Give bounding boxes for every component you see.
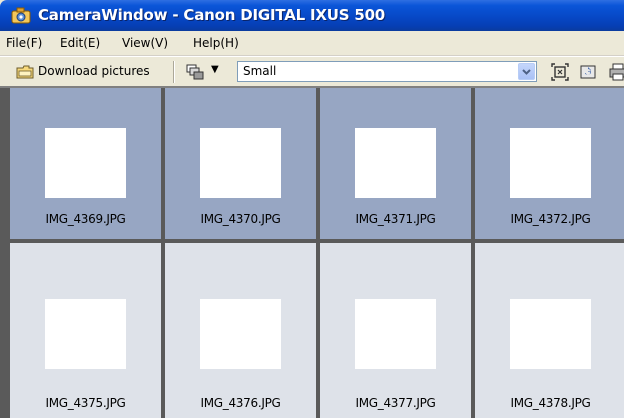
window-title: CameraWindow - Canon DIGITAL IXUS 500 xyxy=(38,6,386,24)
menu-file[interactable]: File(F) xyxy=(6,36,42,50)
menu-edit[interactable]: Edit(E) xyxy=(60,36,100,50)
thumbnail-grid: IMG_4369.JPG IMG_4370.JPG IMG_4371.JPG I… xyxy=(0,86,624,418)
chevron-down-icon[interactable] xyxy=(518,63,535,80)
thumbnail-tile[interactable]: IMG_4377.JPG xyxy=(320,243,471,418)
thumbnail-filename: IMG_4378.JPG xyxy=(510,396,591,410)
thumbnail-tile[interactable]: IMG_4375.JPG xyxy=(10,243,161,418)
camera-window: CameraWindow - Canon DIGITAL IXUS 500 Fi… xyxy=(0,0,624,418)
thumbnail-filename: IMG_4370.JPG xyxy=(200,212,281,226)
chevron-down-glyph xyxy=(522,69,531,75)
thumbnail-filename: IMG_4369.JPG xyxy=(45,212,126,226)
menu-view[interactable]: View(V) xyxy=(122,36,168,50)
rotate-icon xyxy=(580,65,596,79)
view-toggle-icon xyxy=(186,64,204,80)
thumbnail-size-value: Small xyxy=(243,64,277,78)
thumbnail-image xyxy=(510,128,591,198)
thumbnail-filename: IMG_4376.JPG xyxy=(200,396,281,410)
thumbnail-image xyxy=(45,128,126,198)
chevron-down-icon[interactable]: ▼ xyxy=(211,64,219,75)
thumbnail-image xyxy=(355,299,436,369)
thumbnail-filename: IMG_4375.JPG xyxy=(45,396,126,410)
menu-bar: File(F) Edit(E) View(V) Help(H) xyxy=(0,31,624,56)
thumbnail-image xyxy=(200,128,281,198)
thumbnail-tile[interactable]: IMG_4372.JPG xyxy=(475,88,624,239)
thumbnail-filename: IMG_4377.JPG xyxy=(355,396,436,410)
select-all-button[interactable] xyxy=(548,61,572,83)
view-mode-button[interactable]: ▼ xyxy=(184,61,228,83)
thumbnail-filename: IMG_4371.JPG xyxy=(355,212,436,226)
thumbnail-tile[interactable]: IMG_4369.JPG xyxy=(10,88,161,239)
thumbnail-tile[interactable]: IMG_4378.JPG xyxy=(475,243,624,418)
download-pictures-label: Download pictures xyxy=(38,64,150,78)
print-icon xyxy=(609,63,624,81)
thumbnail-image xyxy=(510,299,591,369)
thumbnail-image xyxy=(355,128,436,198)
toolbar: Download pictures ▼ Small xyxy=(0,56,624,87)
thumbnail-filename: IMG_4372.JPG xyxy=(510,212,591,226)
title-bar[interactable]: CameraWindow - Canon DIGITAL IXUS 500 xyxy=(0,0,624,31)
thumbnail-size-select[interactable]: Small xyxy=(237,61,537,82)
download-pictures-button[interactable]: Download pictures xyxy=(12,61,172,83)
thumbnail-tile[interactable]: IMG_4376.JPG xyxy=(165,243,316,418)
thumbnail-tile[interactable]: IMG_4370.JPG xyxy=(165,88,316,239)
rotate-button[interactable] xyxy=(576,61,600,83)
thumbnail-image xyxy=(45,299,126,369)
menu-help[interactable]: Help(H) xyxy=(193,36,239,50)
camera-app-icon xyxy=(11,7,31,24)
select-all-icon xyxy=(551,63,569,81)
toolbar-separator xyxy=(173,61,174,83)
download-icon xyxy=(16,65,34,79)
print-button[interactable] xyxy=(606,61,624,83)
thumbnail-tile[interactable]: IMG_4371.JPG xyxy=(320,88,471,239)
thumbnail-image xyxy=(200,299,281,369)
